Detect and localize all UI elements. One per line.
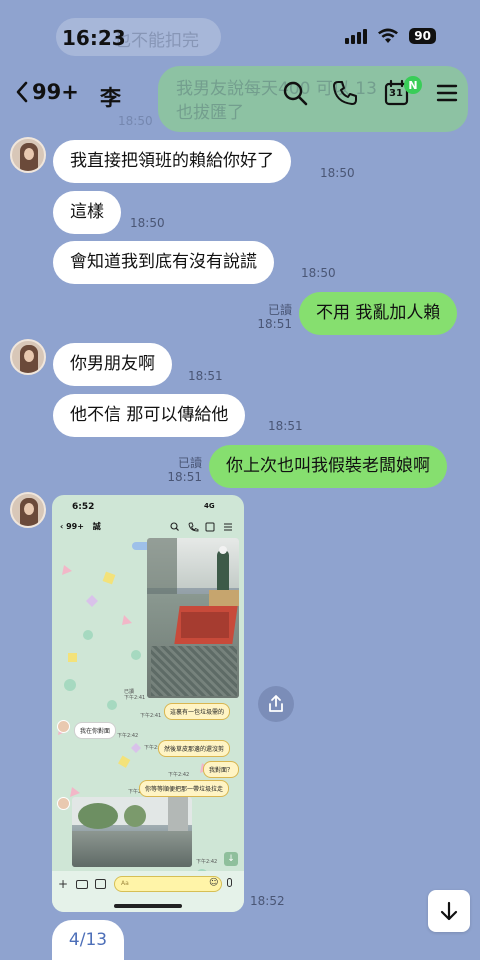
signal-icon <box>345 28 368 44</box>
inner-message-input: Aa <box>114 876 222 892</box>
inner-message: 我在你對面 <box>74 722 117 739</box>
message-time: 18:50 <box>130 216 165 230</box>
message-bubble[interactable]: 你男朋友啊 <box>53 343 172 386</box>
message-bubble-outgoing[interactable]: 不用 我亂加人賴 <box>299 292 458 335</box>
inner-plus-icon: + <box>58 877 69 891</box>
menu-icon[interactable] <box>432 78 462 108</box>
inner-network: 4G <box>204 502 215 510</box>
inner-time: 下午2:41 <box>140 713 162 719</box>
message-time: 18:51 <box>167 470 202 484</box>
read-receipt: 已讀 <box>177 456 202 470</box>
inner-emoji-icon: ☺ <box>209 878 219 888</box>
message-time: 18:51 <box>257 317 292 331</box>
inner-message: 你等等順便把那一帶垃圾拉走 <box>139 780 230 797</box>
inner-message: 這裏有一包垃圾需的 <box>164 703 231 720</box>
message-time: 18:52 <box>250 894 285 908</box>
message-bubble[interactable]: 他不信 那可以傳給他 <box>53 394 246 437</box>
ghost-text: 也不能扣完 <box>114 31 199 51</box>
inner-time: 下午2:42 <box>196 859 218 865</box>
wifi-icon <box>378 28 399 43</box>
inner-message: 然後草皮那邊的還沒剪 <box>158 740 231 757</box>
battery-icon: 90 <box>409 28 436 44</box>
inner-contact-name: 誠 <box>92 522 101 531</box>
message-bubble[interactable]: 這樣 <box>53 191 121 234</box>
avatar[interactable] <box>10 339 46 375</box>
inner-home-indicator <box>114 904 182 908</box>
message-bubble[interactable]: 會知道我到底有沒有說謊 <box>53 241 274 284</box>
message-time: 18:51 <box>188 369 223 383</box>
calendar-day: 31 <box>389 88 403 99</box>
ghost-time: 18:50 <box>118 114 153 128</box>
inner-avatar <box>57 720 70 733</box>
share-icon <box>269 695 283 712</box>
arrow-down-icon <box>440 901 458 921</box>
inner-back-count: 99+ <box>66 522 84 531</box>
avatar[interactable] <box>10 492 46 528</box>
message-time: 18:50 <box>301 266 336 280</box>
inner-scroll-down-icon: ↓ <box>224 852 238 866</box>
inner-time: 下午2:41 <box>124 695 146 701</box>
message-time: 18:50 <box>320 166 355 180</box>
inner-header-icons <box>170 522 232 532</box>
inner-message: 我對面？ <box>203 761 240 778</box>
phone-icon[interactable] <box>330 78 360 108</box>
back-button[interactable]: 99+ <box>14 80 79 104</box>
new-badge: N <box>404 76 422 94</box>
ghost-line-2: 也拔匯了 <box>176 103 244 123</box>
street-photo <box>72 797 192 867</box>
share-button[interactable] <box>258 686 294 722</box>
message-time: 18:51 <box>268 419 303 433</box>
message-bubble-outgoing[interactable]: 你上次也叫我假裝老闆娘啊 <box>209 445 447 488</box>
construction-photo <box>147 538 239 698</box>
back-count: 99+ <box>32 80 79 104</box>
chevron-left-icon <box>16 81 28 103</box>
inner-status-time: 6:52 <box>72 502 95 512</box>
inner-header: ‹ 99+ 誠 <box>60 522 101 531</box>
date-separator: 4/13 <box>52 920 124 960</box>
search-icon[interactable] <box>280 78 310 108</box>
status-icons: 90 <box>345 28 436 44</box>
inner-camera-icon <box>76 880 88 889</box>
ghost-outgoing-bubble: 我男友說每天400 可以 13 也拔匯了 <box>158 66 468 132</box>
inner-avatar <box>57 797 70 810</box>
scroll-to-bottom-button[interactable] <box>428 890 470 932</box>
image-message[interactable]: 6:52 4G ‹ 99+ 誠 已讀 下午2:41 下午2:41 這裏有一包垃圾… <box>52 495 244 912</box>
avatar[interactable] <box>10 137 46 173</box>
status-time: 16:23 <box>62 26 126 50</box>
inner-mic-icon <box>227 878 232 887</box>
message-bubble[interactable]: 我直接把領班的賴給你好了 <box>53 140 291 183</box>
read-receipt: 已讀 <box>267 303 292 317</box>
contact-name[interactable]: 李 <box>100 82 121 112</box>
inner-time: 下午2:42 <box>117 733 139 739</box>
inner-image-icon <box>95 879 106 889</box>
